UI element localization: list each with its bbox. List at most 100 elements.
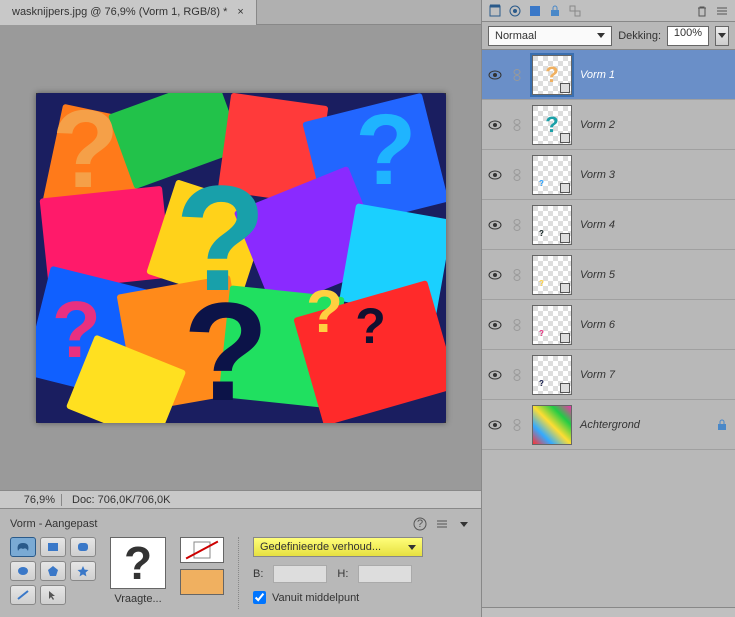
layer-thumb[interactable]: ? [532,155,572,195]
opacity-input[interactable]: 100% [667,26,709,46]
layer-row[interactable]: ? Vorm 2 [482,100,735,150]
star-tool[interactable] [70,561,96,581]
aspect-ratio-dropdown[interactable]: Gedefinieerde verhoud... [253,537,423,557]
trash-icon[interactable] [695,4,709,18]
layers-list: ? Vorm 1 ? Vorm 2 ? Vorm 3 ? Vorm 4 ? Vo… [482,50,735,607]
lock-slot-icon[interactable] [510,168,524,182]
lock-slot-icon[interactable] [510,318,524,332]
visibility-icon[interactable] [488,68,502,82]
new-layer-icon[interactable] [488,4,502,18]
tool-title: Vorm - Aangepast [10,518,97,530]
lock-slot-icon[interactable] [510,368,524,382]
shape-vorm6: ? [52,284,101,376]
collapse-icon[interactable] [457,517,471,531]
roundrect-tool[interactable] [70,537,96,557]
help-icon[interactable]: ? [413,517,427,531]
height-label: H: [337,568,348,580]
lock-icon[interactable] [548,4,562,18]
shape-preset[interactable]: ? Vraagte... [110,537,166,605]
layer-thumb[interactable]: ? [532,255,572,295]
preset-thumb[interactable]: ? [110,537,166,589]
layer-name[interactable]: Vorm 3 [580,169,615,181]
shape-vorm4: ? [355,297,386,355]
width-input [273,565,327,583]
height-input [358,565,412,583]
lock-slot-icon[interactable] [510,68,524,82]
layer-name[interactable]: Vorm 1 [580,69,615,81]
layer-row[interactable]: ? Vorm 5 [482,250,735,300]
shape-vorm3: ? [355,93,416,208]
opacity-label: Dekking: [618,30,661,42]
layer-row[interactable]: ? Vorm 7 [482,350,735,400]
link-icon[interactable] [568,4,582,18]
canvas-area[interactable]: ? ? ? ? ? ? ? [0,25,481,491]
adjustment-icon[interactable] [528,4,542,18]
close-icon[interactable]: × [237,6,243,18]
visibility-icon[interactable] [488,318,502,332]
document-canvas[interactable]: ? ? ? ? ? ? ? [36,93,446,423]
preset-label: Vraagte... [114,593,161,605]
doc-size: Doc: 706,0K/706,0K [62,494,180,506]
visibility-icon[interactable] [488,368,502,382]
panel-menu-icon[interactable] [435,517,449,531]
layer-name[interactable]: Vorm 4 [580,219,615,231]
blend-row: Normaal Dekking: 100% [482,22,735,50]
blend-mode-dropdown[interactable]: Normaal [488,26,612,46]
shape-vorm7: ? [183,271,269,423]
shape-picker [10,537,96,605]
visibility-icon[interactable] [488,268,502,282]
layer-row[interactable]: ? Vorm 3 [482,150,735,200]
separator [238,537,239,609]
layer-thumb[interactable]: ? [532,305,572,345]
layer-thumb[interactable] [532,405,572,445]
bg-lock-icon [715,418,729,432]
layer-thumb[interactable]: ? [532,355,572,395]
blend-mode-value: Normaal [495,30,537,42]
layer-row[interactable]: Achtergrond [482,400,735,450]
visibility-icon[interactable] [488,168,502,182]
panel-menu-icon[interactable] [715,4,729,18]
layer-name[interactable]: Achtergrond [580,419,640,431]
layer-row[interactable]: ? Vorm 4 [482,200,735,250]
status-bar: 76,9% Doc: 706,0K/706,0K [0,491,481,509]
selection-tool[interactable] [40,585,66,605]
document-title: wasknijpers.jpg @ 76,9% (Vorm 1, RGB/8) … [12,6,227,18]
dropdown-arrow-icon [597,33,605,38]
from-center-checkbox[interactable]: Vanuit middelpunt [253,591,471,604]
width-label: B: [253,568,263,580]
layer-name[interactable]: Vorm 5 [580,269,615,281]
layer-name[interactable]: Vorm 7 [580,369,615,381]
lock-slot-icon[interactable] [510,218,524,232]
layer-thumb[interactable]: ? [532,205,572,245]
ellipse-tool[interactable] [10,561,36,581]
from-center-input[interactable] [253,591,266,604]
document-tab[interactable]: wasknijpers.jpg @ 76,9% (Vorm 1, RGB/8) … [0,0,257,25]
layer-name[interactable]: Vorm 2 [580,119,615,131]
line-tool[interactable] [10,585,36,605]
layer-name[interactable]: Vorm 6 [580,319,615,331]
layer-row[interactable]: ? Vorm 1 [482,50,735,100]
new-group-icon[interactable] [508,4,522,18]
visibility-icon[interactable] [488,118,502,132]
custom-shape-tool[interactable] [10,537,36,557]
from-center-label: Vanuit middelpunt [272,592,359,604]
rect-tool[interactable] [40,537,66,557]
shape-vorm1[interactable]: ? [52,93,119,213]
lock-slot-icon[interactable] [510,268,524,282]
zoom-level[interactable]: 76,9% [0,494,62,506]
layer-thumb[interactable]: ? [532,55,572,95]
layers-panel-header [482,0,735,22]
visibility-icon[interactable] [488,218,502,232]
fill-swatch[interactable] [180,569,224,595]
opacity-stepper[interactable] [715,26,729,46]
lock-slot-icon[interactable] [510,418,524,432]
layer-row[interactable]: ? Vorm 6 [482,300,735,350]
visibility-icon[interactable] [488,418,502,432]
layer-thumb[interactable]: ? [532,105,572,145]
tool-options: Vorm - Aangepast ? ? Vraagte... [0,509,481,617]
lock-slot-icon[interactable] [510,118,524,132]
stroke-swatch[interactable] [180,537,224,563]
svg-text:?: ? [417,518,423,530]
polygon-tool[interactable] [40,561,66,581]
panel-footer [482,607,735,617]
